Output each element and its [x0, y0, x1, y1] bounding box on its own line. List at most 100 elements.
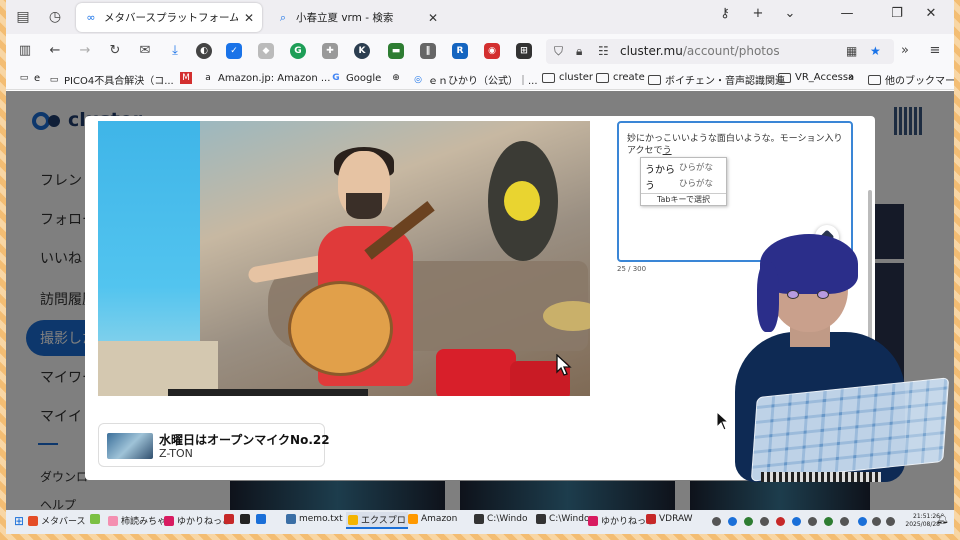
app-label: VDRAW: [659, 514, 693, 524]
system-clock[interactable]: 21:51:26 2025/08/28: [904, 513, 940, 529]
world-title: 水曜日はオープンマイクNo.22: [159, 433, 330, 447]
taskbar-app[interactable]: [224, 514, 237, 524]
bookmarks-overflow-icon[interactable]: »: [848, 72, 854, 83]
taskbar-app[interactable]: [256, 514, 269, 524]
wifi-icon[interactable]: [872, 517, 881, 526]
tray-icon[interactable]: [858, 517, 867, 526]
extension-icon[interactable]: K: [354, 43, 370, 59]
tab-list-icon[interactable]: ▤: [14, 8, 32, 26]
bookmark-folder[interactable]: VR_Accessa: [778, 72, 854, 83]
notification-icon[interactable]: 🔔︎: [936, 514, 949, 525]
history-icon[interactable]: ◷: [46, 8, 64, 26]
taskbar-app[interactable]: C:\Windo: [536, 514, 589, 524]
restore-button[interactable]: ❐: [886, 6, 908, 21]
bookmark-star-icon[interactable]: ★: [870, 44, 881, 58]
bookmark-folder[interactable]: cluster: [542, 72, 593, 83]
ime-candidate[interactable]: う ひらがな: [645, 177, 725, 192]
minimize-button[interactable]: —: [836, 6, 858, 21]
bookmark-folder[interactable]: create: [596, 72, 645, 83]
bookmark-item[interactable]: a Amazon.jp: Amazon ...: [202, 72, 330, 84]
taskbar-app[interactable]: Amazon: [408, 514, 457, 524]
sidebar-icon[interactable]: ▥: [16, 42, 34, 60]
qr-icon[interactable]: ▦: [846, 44, 857, 58]
taskbar-app[interactable]: memo.txt: [286, 514, 343, 524]
tab-search[interactable]: ⌕ 小春立夏 vrm - 検索 ✕: [268, 3, 446, 32]
extension-icon[interactable]: ◐: [196, 43, 212, 59]
close-icon[interactable]: ✕: [244, 11, 254, 25]
site-settings-icon[interactable]: ☷: [598, 44, 609, 58]
apps-icon[interactable]: ⊞: [516, 43, 532, 59]
tray-icon[interactable]: [824, 517, 833, 526]
amazon-icon: a: [205, 73, 211, 83]
bookmark-label: ボイチェン・音声認識関連: [665, 76, 785, 87]
puzzle-icon[interactable]: ✚: [322, 43, 338, 59]
app-label: 柿読みちゃ: [121, 517, 167, 527]
lock-icon[interactable]: 🔒︎: [576, 44, 582, 59]
taskbar-app[interactable]: C:\Windo: [474, 514, 527, 524]
bookmark-item[interactable]: G Google: [330, 72, 381, 84]
extension-icon[interactable]: ✓: [226, 43, 242, 59]
taskbar-app[interactable]: エクスプロ: [346, 512, 408, 529]
bookmark-label: Google: [346, 72, 382, 84]
bookmark-folder[interactable]: 他のブックマーク: [868, 72, 954, 87]
app-icon: [224, 514, 234, 524]
caption-text[interactable]: 妙にかっこいいような面白いような。モーション入りアクセでう: [627, 133, 847, 157]
bookmark-folder[interactable]: ボイチェン・音声認識関連: [648, 72, 785, 87]
app-icon: [256, 514, 266, 524]
tray-icon[interactable]: [840, 517, 849, 526]
extension-icon[interactable]: R: [452, 43, 468, 59]
close-window-button[interactable]: ✕: [920, 6, 942, 21]
tray-icon[interactable]: [744, 517, 753, 526]
overflow-icon[interactable]: »: [896, 42, 914, 60]
taskbar-app[interactable]: メタバース: [28, 514, 86, 527]
new-tab-button[interactable]: +: [747, 6, 769, 21]
close-icon[interactable]: ✕: [428, 11, 438, 25]
shield-icon[interactable]: ⛉: [554, 44, 563, 59]
tray-icon[interactable]: [728, 517, 737, 526]
cluster-icon: ∞: [86, 10, 96, 24]
bookmark-item[interactable]: ▭ PICO4不具合解決（コ...: [48, 72, 174, 88]
menu-icon[interactable]: ≡: [926, 42, 944, 60]
world-card[interactable]: 水曜日はオープンマイクNo.22 Z-TON: [98, 423, 330, 467]
taskbar-app[interactable]: [240, 514, 253, 524]
tray-icon[interactable]: [760, 517, 769, 526]
volume-icon[interactable]: [886, 517, 895, 526]
mail-icon[interactable]: ✉: [136, 42, 154, 60]
url-text[interactable]: cluster.mu/account/photos: [620, 44, 780, 58]
tab-cluster[interactable]: ∞ メタバースプラットフォーム cluster（ク ✕: [76, 3, 262, 32]
extension-icon[interactable]: ◆: [258, 43, 274, 59]
taskbar-app[interactable]: 柿読みちゃ: [108, 514, 166, 527]
taskbar-app[interactable]: VDRAW: [646, 514, 693, 524]
back-button[interactable]: ←: [46, 42, 64, 60]
world-thumbnail: [107, 433, 153, 459]
taskbar-app[interactable]: ゆかりねっこ: [164, 514, 231, 527]
forward-button[interactable]: →: [76, 42, 94, 60]
ime-footer: Tabキーで選択: [641, 193, 726, 206]
download-icon[interactable]: ⤓: [166, 42, 184, 60]
bookmark-item[interactable]: ◎ ｅｎひかり（公式）｜...: [412, 72, 537, 88]
start-icon[interactable]: ⊞: [14, 514, 24, 528]
page-icon: ◎: [414, 74, 422, 85]
tray-icon[interactable]: [808, 517, 817, 526]
bookmark-item[interactable]: ▭ e: [18, 72, 40, 84]
tab-title: 小春立夏 vrm - 検索: [296, 12, 394, 24]
bookmark-item[interactable]: M: [180, 72, 196, 84]
bookmark-item[interactable]: ⊕: [390, 72, 406, 84]
screenshot-icon[interactable]: ◉: [484, 43, 500, 59]
candidate-text: う: [645, 181, 655, 192]
tray-icon[interactable]: [776, 517, 785, 526]
url-host: cluster.mu: [620, 44, 683, 58]
grammar-icon[interactable]: G: [290, 43, 306, 59]
ime-candidate[interactable]: うから ひらがな: [645, 161, 725, 176]
taskbar-app[interactable]: ゆかりねっこ: [588, 514, 655, 527]
library-icon[interactable]: ∥: [420, 43, 436, 59]
key-icon[interactable]: ⚷: [714, 6, 736, 21]
reload-button[interactable]: ↻: [106, 42, 124, 60]
mouse-cursor-icon: [556, 354, 572, 376]
tray-icon[interactable]: [792, 517, 801, 526]
taskbar-app[interactable]: [90, 514, 103, 524]
chevron-down-icon[interactable]: ⌄: [779, 6, 801, 21]
extension-icon[interactable]: ▬: [388, 43, 404, 59]
tray-icon[interactable]: [712, 517, 721, 526]
address-bar[interactable]: ⛉ 🔒︎ ☷ cluster.mu/account/photos ▦ ★: [546, 39, 894, 64]
